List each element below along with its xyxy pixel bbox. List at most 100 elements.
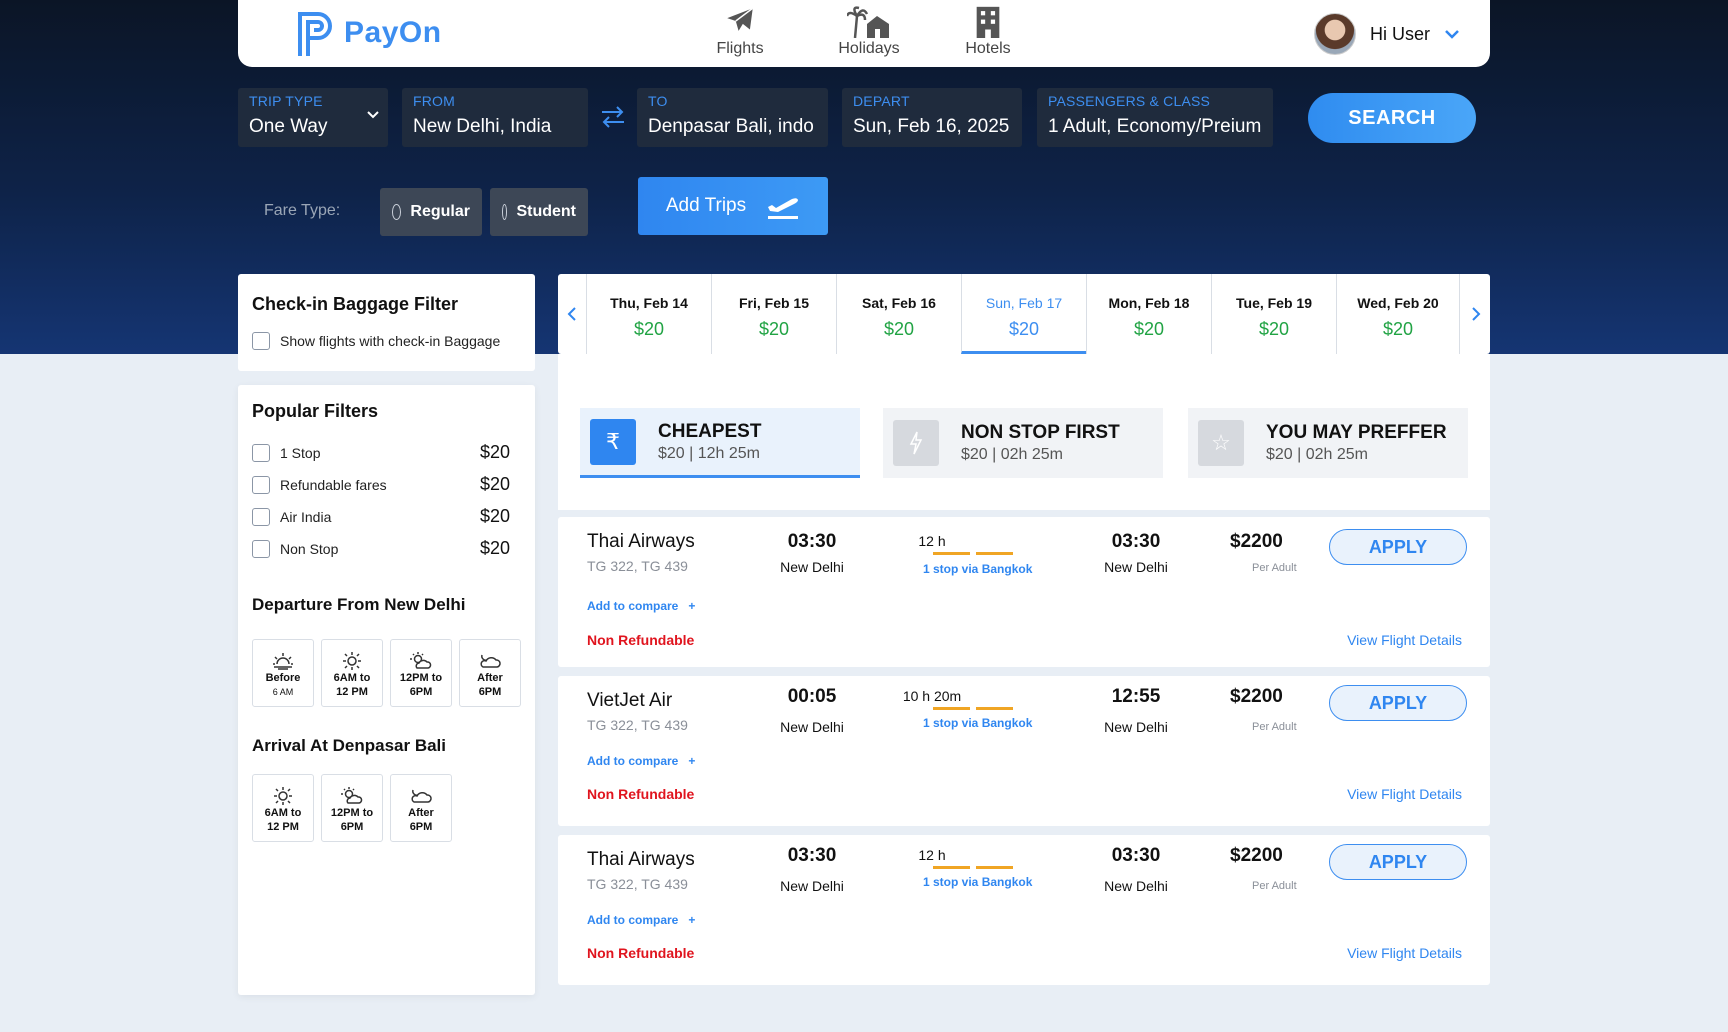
baggage-option[interactable]: Show flights with check-in Baggage: [252, 332, 500, 350]
date-cell[interactable]: Wed, Feb 20 $20: [1336, 274, 1460, 354]
filter-non-stop[interactable]: Non Stop $20: [252, 538, 510, 559]
nav-holidays[interactable]: Holidays: [824, 4, 914, 58]
date-price: $20: [1258, 319, 1290, 339]
sort-options-card: ₹ CHEAPEST $20 | 12h 25m NON STOP FIRST …: [558, 354, 1490, 510]
departure-slot-6am-12pm[interactable]: 6AM to 12 PM: [321, 639, 383, 707]
refund-status: Non Refundable: [587, 786, 695, 802]
hotel-building-icon: [976, 6, 1000, 38]
date-label: Sat, Feb 16: [862, 295, 936, 311]
add-to-compare-link[interactable]: Add to compare +: [587, 599, 695, 613]
from-field[interactable]: FROM New Delhi, India: [402, 88, 588, 147]
slot-line2: 6PM: [409, 821, 433, 833]
chevron-right-icon[interactable]: [1462, 274, 1490, 354]
airline-name: Thai Airways: [587, 849, 695, 870]
search-button[interactable]: SEARCH: [1308, 93, 1476, 143]
chevron-left-icon[interactable]: [558, 274, 586, 354]
view-flight-details-link[interactable]: View Flight Details: [1347, 632, 1462, 648]
filter-air-india[interactable]: Air India $20: [252, 506, 510, 527]
sort-tab-cheapest[interactable]: ₹ CHEAPEST $20 | 12h 25m: [580, 408, 860, 478]
date-label: Thu, Feb 14: [610, 295, 688, 311]
depart-field[interactable]: DEPART Sun, Feb 16, 2025: [842, 88, 1022, 147]
sun-cloud-icon: [341, 787, 363, 804]
logo[interactable]: PayOn: [294, 8, 442, 58]
arrival-slot-after-6pm[interactable]: After 6PM: [390, 774, 452, 842]
sort-tab-you-may-prefer[interactable]: ☆ YOU MAY PREFFER $20 | 02h 25m: [1188, 408, 1468, 478]
to-field[interactable]: TO Denpasar Bali, indo: [637, 88, 828, 147]
slot-line1: 6AM to: [264, 807, 302, 819]
date-cell-selected[interactable]: Sun, Feb 17 $20: [961, 274, 1086, 354]
flight-card: Thai Airways TG 322, TG 439 03:30 New De…: [558, 835, 1490, 985]
date-label: Sun, Feb 17: [985, 295, 1063, 311]
price-per: Per Adult: [1252, 721, 1297, 733]
nav-flights[interactable]: Flights: [695, 4, 785, 58]
date-label: Fri, Feb 15: [738, 295, 810, 311]
date-strip: Thu, Feb 14 $20 Fri, Feb 15 $20 Sat, Feb…: [558, 274, 1490, 354]
departure-city: New Delhi: [780, 719, 844, 735]
add-to-compare-link[interactable]: Add to compare +: [587, 913, 695, 927]
apply-button[interactable]: APPLY: [1329, 529, 1467, 565]
filter-label: Non Stop: [280, 540, 339, 557]
date-cell[interactable]: Sat, Feb 16 $20: [836, 274, 961, 354]
chevron-down-icon[interactable]: [1444, 28, 1460, 40]
sort-tab-non-stop[interactable]: NON STOP FIRST $20 | 02h 25m: [883, 408, 1163, 478]
trip-type-select[interactable]: TRIP TYPE One Way: [238, 88, 388, 147]
filter-checkbox[interactable]: [252, 507, 270, 526]
sun-cloud-icon: [410, 652, 432, 669]
apply-button[interactable]: APPLY: [1329, 844, 1467, 880]
airline-name: Thai Airways: [587, 531, 695, 552]
view-flight-details-link[interactable]: View Flight Details: [1347, 945, 1462, 961]
date-price: $20: [1382, 319, 1414, 339]
airline-name: VietJet Air: [587, 690, 673, 711]
slot-line1: 12PM to: [330, 807, 374, 819]
passengers-value: 1 Adult, Economy/Preium: [1048, 116, 1262, 137]
date-cell[interactable]: Fri, Feb 15 $20: [711, 274, 836, 354]
filter-refundable[interactable]: Refundable fares $20: [252, 474, 510, 495]
arrival-slot-6am-12pm[interactable]: 6AM to 12 PM: [252, 774, 314, 842]
add-trips-button[interactable]: Add Trips: [638, 177, 828, 235]
baggage-checkbox[interactable]: [252, 332, 270, 350]
flight-card: Thai Airways TG 322, TG 439 03:30 New De…: [558, 517, 1490, 667]
filter-checkbox[interactable]: [252, 475, 270, 494]
arrival-city: New Delhi: [1104, 878, 1168, 894]
arrival-city: New Delhi: [1104, 559, 1168, 575]
filter-1-stop[interactable]: 1 Stop $20: [252, 442, 510, 463]
date-cell[interactable]: Tue, Feb 19 $20: [1211, 274, 1336, 354]
avatar[interactable]: [1313, 13, 1356, 55]
airplane-icon: [727, 7, 754, 31]
date-price: $20: [1133, 319, 1165, 339]
filter-checkbox[interactable]: [252, 443, 270, 462]
arrival-slot-12pm-6pm[interactable]: 12PM to 6PM: [321, 774, 383, 842]
departure-slot-before-6am[interactable]: Before 6 AM: [252, 639, 314, 707]
swap-icon[interactable]: [600, 106, 626, 128]
trip-type-value: One Way: [249, 116, 328, 137]
slot-line2: 6PM: [340, 821, 364, 833]
date-cell[interactable]: Mon, Feb 18 $20: [1086, 274, 1211, 354]
view-flight-details-link[interactable]: View Flight Details: [1347, 786, 1462, 802]
filter-checkbox[interactable]: [252, 539, 270, 558]
departure-slot-after-6pm[interactable]: After 6PM: [459, 639, 521, 707]
plane-takeoff-icon: [768, 198, 799, 219]
fare-regular-option[interactable]: Regular: [380, 188, 482, 236]
sunrise-icon: [273, 653, 293, 670]
depart-value: Sun, Feb 16, 2025: [853, 116, 1010, 137]
refund-status: Non Refundable: [587, 632, 695, 648]
nav-hotels-label: Hotels: [965, 40, 1011, 57]
plus-icon: +: [688, 599, 696, 613]
add-to-compare-link[interactable]: Add to compare +: [587, 754, 695, 768]
slot-line1: After: [408, 807, 434, 819]
passengers-field[interactable]: PASSENGERS & CLASS 1 Adult, Economy/Prei…: [1037, 88, 1273, 147]
radio-regular[interactable]: [392, 204, 402, 220]
fare-student-option[interactable]: Student: [490, 188, 588, 236]
radio-student[interactable]: [502, 204, 508, 220]
date-cell[interactable]: Thu, Feb 14 $20: [586, 274, 711, 354]
nav-hotels[interactable]: Hotels: [943, 4, 1033, 58]
filter-price: $20: [479, 506, 510, 526]
sort-tab-title: CHEAPEST: [658, 420, 762, 442]
popular-filters-title: Popular Filters: [252, 401, 379, 421]
trip-type-label: TRIP TYPE: [249, 93, 323, 109]
apply-button[interactable]: APPLY: [1329, 685, 1467, 721]
filter-label: Air India: [280, 508, 332, 525]
fare-student-label: Student: [516, 203, 576, 220]
departure-slot-12pm-6pm[interactable]: 12PM to 6PM: [390, 639, 452, 707]
user-menu[interactable]: Hi User: [1313, 13, 1460, 55]
